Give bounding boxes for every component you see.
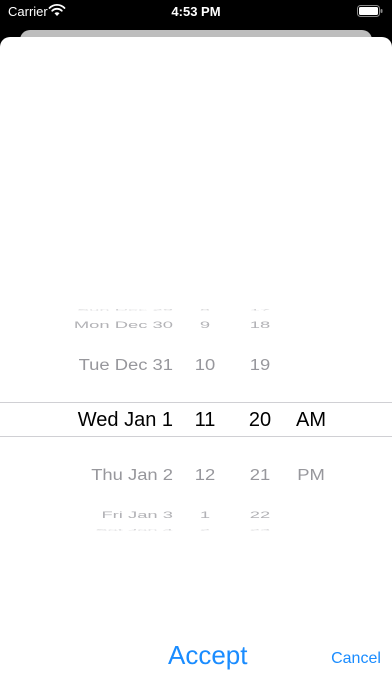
date-wheel-item[interactable]: Wed Jan 1 — [28, 410, 173, 430]
minute-wheel-item[interactable]: 18 — [235, 320, 285, 329]
ampm-wheel[interactable]: AM PM — [286, 240, 336, 596]
ampm-wheel-item[interactable]: PM — [286, 466, 336, 483]
minute-wheel-item[interactable]: 20 — [235, 410, 285, 430]
minute-wheel-item[interactable]: 23 — [235, 529, 285, 531]
date-wheel-item[interactable]: Sat Jan 4 — [28, 529, 173, 531]
minute-wheel-item[interactable]: 19 — [235, 356, 285, 373]
ampm-wheel-item[interactable]: AM — [286, 410, 336, 430]
hour-wheel-item[interactable]: 2 — [180, 529, 230, 531]
date-wheel-item[interactable]: Mon Dec 30 — [28, 320, 173, 329]
minute-wheel[interactable]: 17 18 19 20 21 22 23 — [235, 240, 285, 596]
clock: 4:53 PM — [171, 4, 221, 19]
status-bar: Carrier 4:53 PM — [0, 0, 392, 28]
date-wheel[interactable]: Sun Dec 29 Mon Dec 30 Tue Dec 31 Wed Jan 1 T… — [28, 240, 173, 596]
hour-wheel-item[interactable]: 10 — [180, 356, 230, 373]
cancel-button[interactable]: Cancel — [326, 650, 386, 668]
hour-wheel-item[interactable]: 11 — [180, 410, 230, 430]
date-wheel-item[interactable]: Tue Dec 31 — [28, 356, 173, 373]
date-wheel-item[interactable]: Fri Jan 3 — [28, 510, 173, 520]
date-time-picker[interactable]: Sun Dec 29 Mon Dec 30 Tue Dec 31 Wed Jan 1 T… — [0, 240, 392, 596]
minute-wheel-item[interactable]: 22 — [235, 510, 285, 520]
hour-wheel-item[interactable]: 1 — [180, 510, 230, 520]
hour-wheel-item[interactable]: 9 — [180, 320, 230, 329]
hour-wheel-item[interactable]: 12 — [180, 466, 230, 483]
date-wheel-item[interactable]: Sun Dec 29 — [28, 309, 173, 311]
action-bar: Accept Cancel — [0, 630, 392, 680]
date-wheel-item[interactable]: Thu Jan 2 — [28, 466, 173, 483]
hour-wheel[interactable]: 8 9 10 11 12 1 2 — [180, 240, 230, 596]
accept-button[interactable]: Accept — [168, 640, 278, 671]
minute-wheel-item[interactable]: 17 — [235, 309, 285, 311]
minute-wheel-item[interactable]: 21 — [235, 466, 285, 483]
battery-icon — [357, 5, 383, 17]
hour-wheel-item[interactable]: 8 — [180, 309, 230, 311]
